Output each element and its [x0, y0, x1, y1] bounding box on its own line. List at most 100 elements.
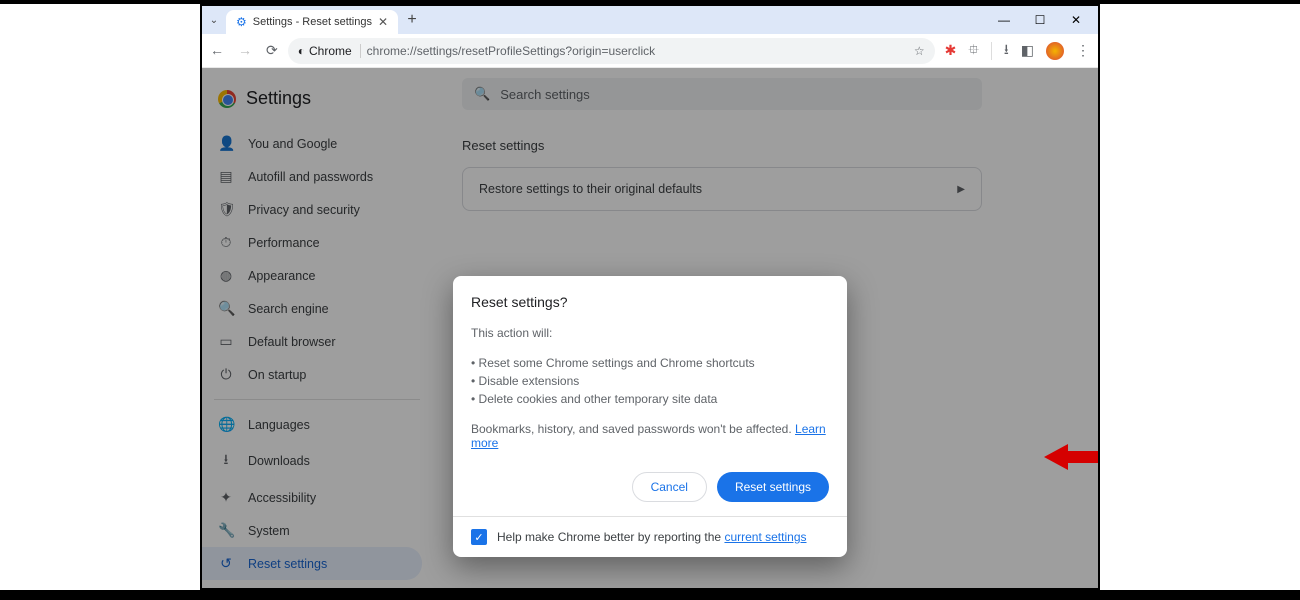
forward-button[interactable]: → [238, 42, 252, 59]
sidebar-item-label: Reset settings [248, 557, 327, 571]
sidebar-item-autofill[interactable]: ▤ Autofill and passwords [202, 160, 422, 193]
reset-settings-button[interactable]: Reset settings [717, 472, 829, 502]
dialog-preserve-note: Bookmarks, history, and saved passwords … [471, 422, 829, 450]
shield-icon: 🛡 [218, 201, 234, 218]
sidebar-header: Settings [202, 78, 432, 127]
chrome-logo-icon [218, 90, 236, 108]
dialog-bullet: Reset some Chrome settings and Chrome sh… [471, 354, 829, 372]
side-panel-icon[interactable]: ◧ [1021, 42, 1034, 59]
card-label: Restore settings to their original defau… [479, 182, 702, 196]
window-controls: — ☐ ✕ [986, 6, 1094, 34]
sidebar-item-accessibility[interactable]: ✦ Accessibility [202, 481, 422, 514]
search-icon: 🔍 [218, 300, 234, 317]
speed-icon: ⏱ [218, 234, 234, 251]
sidebar-item-label: You and Google [248, 137, 337, 151]
sidebar-divider [214, 399, 420, 400]
extension-colorful-icon[interactable]: ✱ [945, 42, 957, 59]
sidebar-item-default-browser[interactable]: ▭ Default browser [202, 325, 422, 358]
close-tab-icon[interactable]: ✕ [378, 15, 388, 29]
person-icon: 👤 [218, 135, 234, 152]
report-label: Help make Chrome better by reporting the… [497, 530, 807, 544]
sidebar-item-search-engine[interactable]: 🔍 Search engine [202, 292, 422, 325]
downloads-icon[interactable]: ⭳ [1004, 39, 1009, 63]
sidebar-item-appearance[interactable]: ◍ Appearance [202, 259, 422, 292]
sidebar-divider [214, 588, 420, 589]
letterbox-bottom [0, 590, 1300, 600]
dialog-intro: This action will: [471, 326, 829, 340]
sidebar-item-label: Autofill and passwords [248, 170, 373, 184]
minimize-button[interactable]: — [986, 6, 1022, 34]
kebab-menu-icon[interactable]: ⋮ [1076, 42, 1090, 59]
sidebar-item-you-and-google[interactable]: 👤 You and Google [202, 127, 422, 160]
sidebar-item-label: Languages [248, 418, 310, 432]
new-tab-button[interactable]: + [402, 11, 422, 29]
sidebar-item-label: System [248, 524, 290, 538]
tab-strip: ⌄ ⚙ Settings - Reset settings ✕ + — ☐ ✕ [202, 6, 1098, 34]
search-placeholder: Search settings [500, 87, 590, 102]
reset-icon: ↺ [218, 555, 234, 572]
reset-settings-dialog: Reset settings? This action will: Reset … [453, 276, 847, 557]
sidebar-item-label: Downloads [248, 454, 310, 468]
sidebar-item-label: Search engine [248, 302, 329, 316]
search-icon: 🔍 [474, 86, 490, 102]
sidebar-item-label: On startup [248, 368, 306, 382]
sidebar-item-privacy[interactable]: 🛡 Privacy and security [202, 193, 422, 226]
dialog-title: Reset settings? [471, 294, 829, 310]
dialog-bullet-list: Reset some Chrome settings and Chrome sh… [471, 354, 829, 408]
report-checkbox[interactable]: ✓ [471, 529, 487, 545]
sidebar-item-label: Appearance [248, 269, 315, 283]
browser-icon: ▭ [218, 333, 234, 350]
sidebar-item-system[interactable]: 🔧 System [202, 514, 422, 547]
browser-window: ⌄ ⚙ Settings - Reset settings ✕ + — ☐ ✕ … [200, 4, 1100, 590]
toolbar-divider [991, 42, 992, 60]
download-icon: ⭳ [218, 449, 234, 473]
sidebar-item-label: Accessibility [248, 491, 316, 505]
power-icon: ⏻ [218, 366, 234, 383]
cancel-button[interactable]: Cancel [632, 472, 707, 502]
browser-tab[interactable]: ⚙ Settings - Reset settings ✕ [226, 10, 398, 34]
sidebar-item-on-startup[interactable]: ⏻ On startup [202, 358, 422, 391]
sidebar-item-label: Privacy and security [248, 203, 360, 217]
extensions-puzzle-icon[interactable]: ⯐ [968, 39, 979, 63]
autofill-icon: ▤ [218, 168, 234, 185]
globe-icon: 🌐 [218, 416, 234, 433]
tab-search-icon[interactable]: ⌄ [206, 15, 222, 26]
accessibility-icon: ✦ [218, 489, 234, 506]
restore-defaults-row[interactable]: Restore settings to their original defau… [462, 167, 982, 211]
sidebar-item-languages[interactable]: 🌐 Languages [202, 408, 422, 441]
nav-buttons: ← → ⟳ [210, 42, 278, 59]
sidebar-item-label: Performance [248, 236, 320, 250]
search-settings-input[interactable]: 🔍 Search settings [462, 78, 982, 110]
chrome-icon: ◐ [298, 44, 305, 58]
omnibox[interactable]: ◐ Chrome chrome://settings/resetProfileS… [288, 38, 935, 64]
current-settings-link[interactable]: current settings [724, 530, 806, 544]
close-window-button[interactable]: ✕ [1058, 6, 1094, 34]
toolbar-right: ✱ ⯐ ⭳ ◧ ⋮ [945, 39, 1090, 63]
section-heading: Reset settings [462, 138, 1068, 153]
omnibox-chip-label: Chrome [309, 44, 352, 58]
dialog-footer: ✓ Help make Chrome better by reporting t… [453, 516, 847, 557]
dialog-bullet: Disable extensions [471, 372, 829, 390]
dialog-actions: Cancel Reset settings [471, 472, 829, 502]
report-prefix: Help make Chrome better by reporting the [497, 530, 724, 544]
reload-button[interactable]: ⟳ [266, 42, 278, 59]
settings-sidebar: Settings 👤 You and Google ▤ Autofill and p… [202, 68, 432, 588]
tab-title: Settings - Reset settings [253, 16, 372, 28]
bookmark-star-icon[interactable]: ☆ [914, 44, 925, 58]
chevron-right-icon: ▶ [957, 184, 965, 195]
omnibox-chip: ◐ Chrome [298, 44, 361, 58]
sidebar-item-performance[interactable]: ⏱ Performance [202, 226, 422, 259]
paint-icon: ◍ [218, 267, 234, 284]
sidebar-item-label: Default browser [248, 335, 336, 349]
url-text: chrome://settings/resetProfileSettings?o… [367, 44, 655, 58]
browser-toolbar: ← → ⟳ ◐ Chrome chrome://settings/resetPr… [202, 34, 1098, 68]
sidebar-item-reset-settings[interactable]: ↺ Reset settings [202, 547, 422, 580]
wrench-icon: 🔧 [218, 522, 234, 539]
dialog-bullet: Delete cookies and other temporary site … [471, 390, 829, 408]
back-button[interactable]: ← [210, 42, 224, 59]
maximize-button[interactable]: ☐ [1022, 6, 1058, 34]
sidebar-item-downloads[interactable]: ⭳ Downloads [202, 441, 422, 481]
settings-title: Settings [246, 88, 311, 109]
annotation-arrow [1044, 444, 1100, 470]
profile-avatar[interactable] [1046, 42, 1064, 60]
